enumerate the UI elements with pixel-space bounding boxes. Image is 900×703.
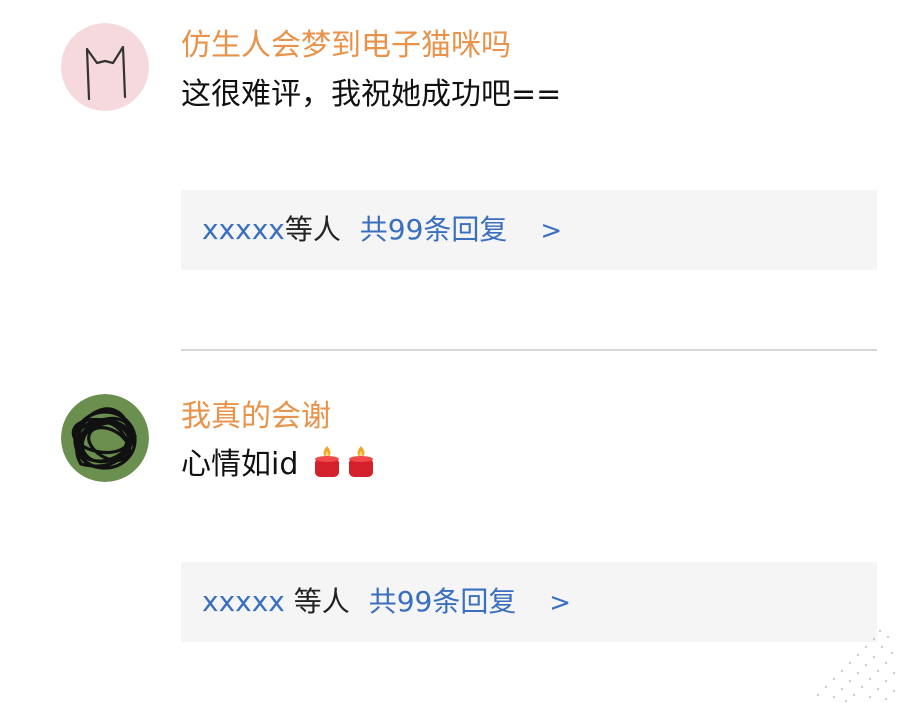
avatar[interactable]	[61, 394, 149, 482]
reply-count[interactable]: 共99条回复	[369, 585, 517, 618]
comment-text-row: 心情如id	[181, 444, 376, 489]
reply-suffix: 等人	[293, 585, 350, 618]
chevron-right-icon[interactable]: >	[540, 211, 562, 251]
candle-emoji-icon	[346, 444, 376, 489]
comment-list: 仿生人会梦到电子猫咪吗 这很难评，我祝她成功吧== xxxxx等人 共99条回复…	[0, 0, 900, 703]
candle-emoji-icon	[312, 444, 342, 489]
reply-count[interactable]: 共99条回复	[360, 213, 508, 246]
comment-text: 这很难评，我祝她成功吧==	[181, 77, 562, 112]
comment-text: 心情如id	[181, 447, 299, 482]
reply-summary-text: xxxxx等人 共99条回复 >	[202, 210, 562, 251]
username[interactable]: 我真的会谢	[181, 397, 331, 437]
chevron-right-icon[interactable]: >	[549, 583, 571, 623]
cat-doodle-avatar-icon	[61, 23, 149, 111]
reply-users[interactable]: xxxxx	[202, 585, 285, 618]
reply-summary-button[interactable]: xxxxx 等人 共99条回复 >	[181, 562, 877, 642]
avatar[interactable]	[61, 23, 149, 111]
dotted-corner-decoration	[816, 629, 896, 703]
scribble-avatar-icon	[61, 394, 149, 482]
reply-suffix: 等人	[284, 213, 341, 246]
reply-summary-button[interactable]: xxxxx等人 共99条回复 >	[181, 190, 877, 270]
comment-divider	[181, 349, 877, 351]
reply-users[interactable]: xxxxx	[202, 213, 285, 246]
reply-summary-text: xxxxx 等人 共99条回复 >	[202, 582, 571, 623]
username[interactable]: 仿生人会梦到电子猫咪吗	[181, 26, 511, 66]
